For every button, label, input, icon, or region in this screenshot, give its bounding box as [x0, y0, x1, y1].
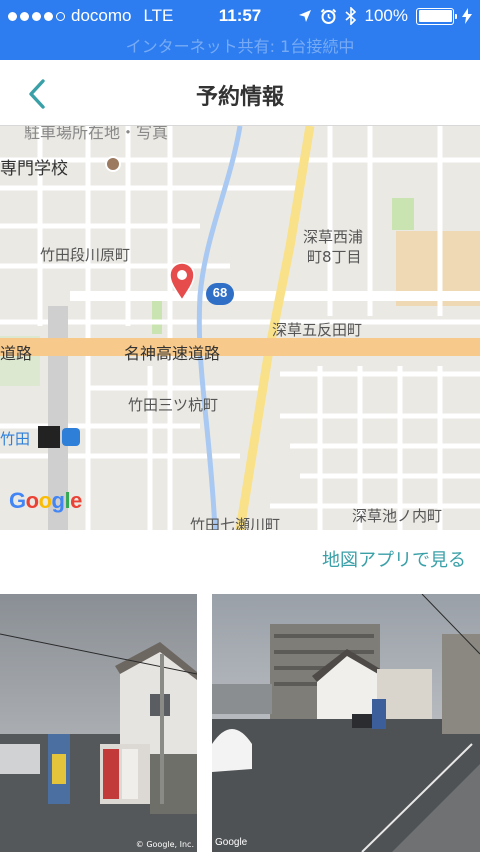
photo-copyright: © Google, Inc. [135, 840, 194, 849]
map-pin-icon[interactable] [168, 262, 196, 302]
map-label-takeda-nanasegawa: 竹田七瀬川町 [190, 516, 281, 530]
map-label-takeda-station: 竹田 [0, 430, 31, 448]
battery-percent: 100% [364, 6, 408, 25]
charging-icon [462, 8, 472, 24]
bluetooth-icon [344, 7, 356, 25]
map-canvas [0, 126, 480, 530]
google-logo: Google [9, 488, 82, 513]
map-view[interactable]: 専門学校 竹田段川原町 深草西浦 町8丁目 深草五反田町 道路 名神高速道路 竹… [0, 126, 480, 530]
status-bar: docomo LTE 11:57 100% インターネット共有: 1台接続中 [0, 0, 480, 60]
map-label-meishin-expressway: 名神高速道路 [124, 344, 221, 363]
street-view-image-2 [212, 594, 480, 852]
section-label: 駐車場所在地・写真 [24, 126, 169, 140]
page-title: 予約情報 [195, 85, 284, 110]
map-label-takeda-dankawara: 竹田段川原町 [40, 246, 131, 264]
map-label-fukakusa-gotanda: 深草五反田町 [272, 321, 363, 339]
map-label-fukakusa-ikenouchi: 深草池ノ内町 [352, 507, 443, 525]
parking-photo-1[interactable]: © Google, Inc. [0, 594, 197, 852]
open-map-app-link[interactable]: 地図アプリで見る [322, 546, 466, 572]
map-label-takeda-mitsukui: 竹田三ツ杭町 [128, 396, 219, 414]
battery-icon [416, 7, 457, 25]
street-view-image-1 [0, 594, 197, 852]
map-label-fukakusa-nishiura: 深草西浦 [303, 228, 364, 246]
hotspot-banner[interactable]: インターネット共有: 1台接続中 [0, 33, 480, 57]
photo-google-brand: Google [215, 837, 248, 848]
map-label-road: 道路 [0, 344, 33, 363]
route-68-badge: 68 [212, 285, 228, 300]
location-arrow-icon [298, 10, 311, 22]
navigation-bar: 予約情報 [0, 60, 480, 126]
map-label-school: 専門学校 [0, 159, 68, 179]
alarm-icon [320, 8, 336, 24]
map-label-8chome: 町8丁目 [307, 248, 362, 266]
parking-photo-2[interactable]: Google [212, 594, 480, 852]
